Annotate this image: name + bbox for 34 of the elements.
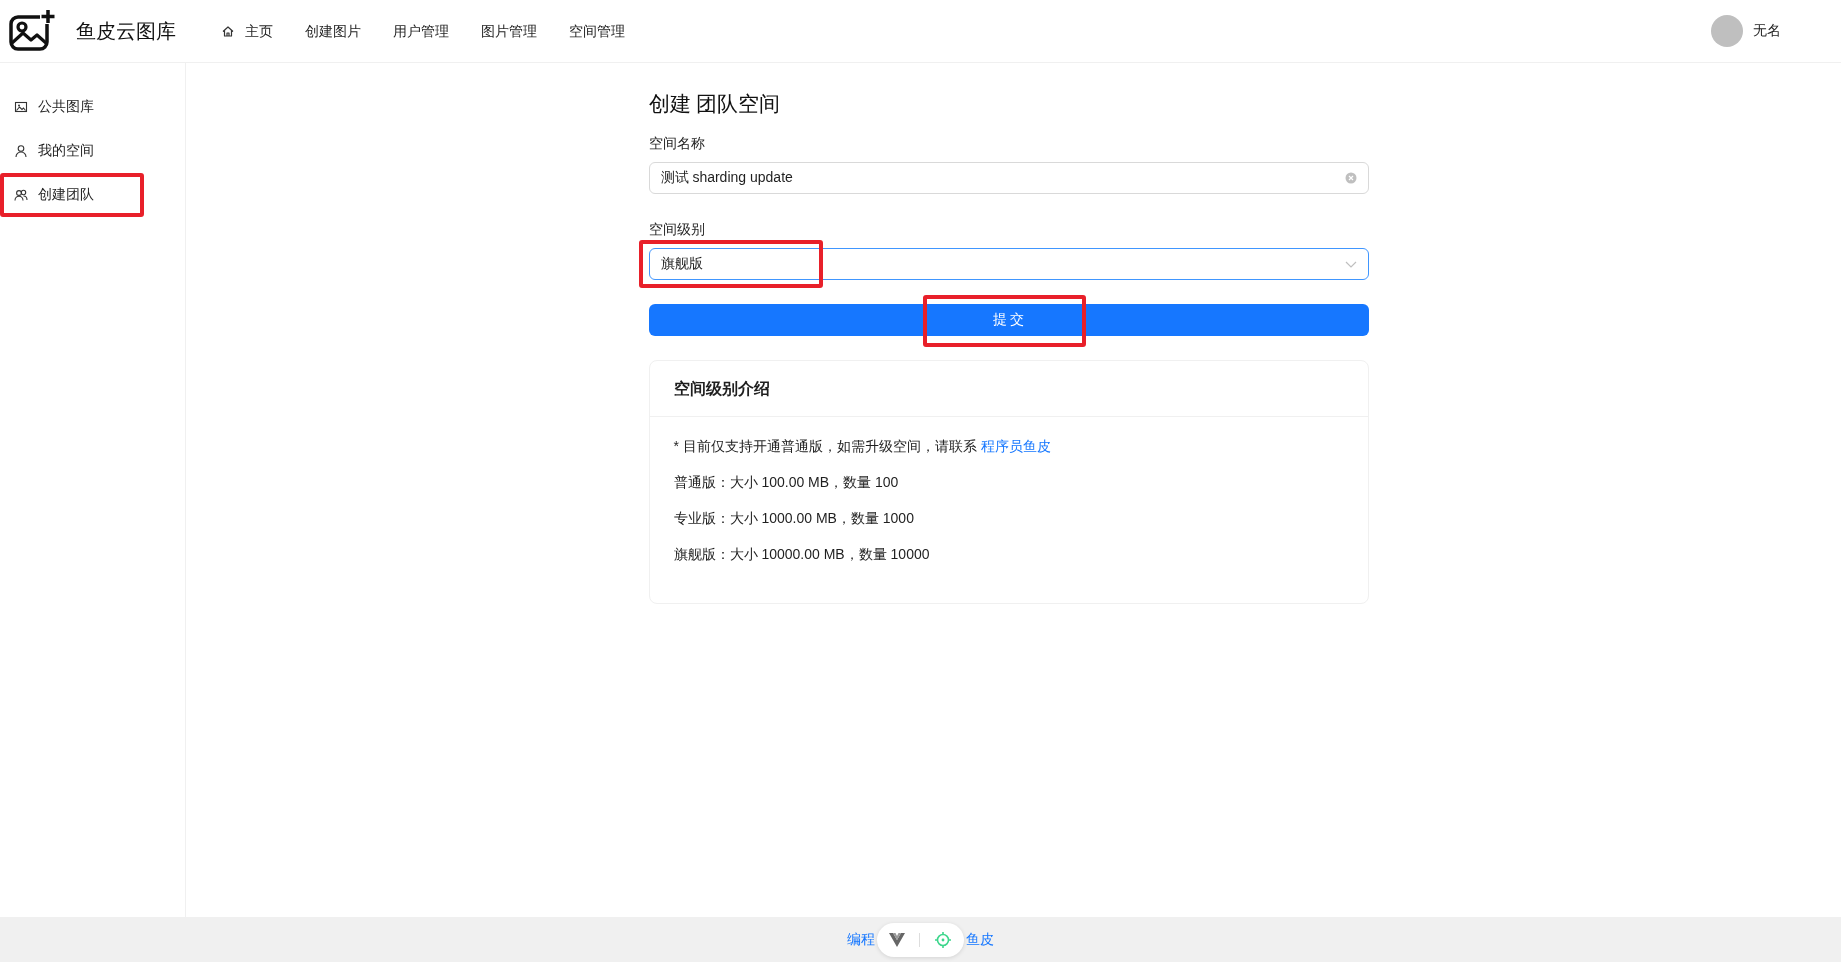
nav-item[interactable]: 空间管理 — [553, 17, 641, 45]
footer-link[interactable]: 编程 — [847, 930, 875, 949]
sidebar-item[interactable]: 创建团队 — [0, 173, 185, 217]
footer-link[interactable]: 鱼皮 — [966, 930, 994, 949]
picture-icon — [14, 100, 28, 114]
team-icon — [14, 188, 28, 202]
v-logo-icon[interactable] — [889, 932, 905, 947]
field-label: 空间级别 — [648, 220, 705, 239]
level-text: 旗舰版：大小 10000.00 MB，数量 10000 — [673, 545, 931, 564]
level-text: 普通版：大小 100.00 MB，数量 100 — [673, 473, 900, 492]
chevron-down-icon[interactable] — [1344, 260, 1357, 268]
submit-button[interactable]: 提 交 — [648, 304, 1369, 336]
app-title: 鱼皮云图库 — [76, 18, 176, 44]
nav-item[interactable]: 主页 — [205, 17, 289, 45]
field-label: 空间名称 — [648, 134, 705, 153]
avatar[interactable] — [1711, 15, 1743, 47]
note-text: * 目前仅支持开通普通版，如需升级空间，请联系 程序员鱼皮 — [673, 437, 1052, 456]
clear-icon[interactable] — [1344, 172, 1357, 184]
user-icon — [14, 144, 28, 158]
input-field[interactable]: 测试 sharding update — [648, 162, 1369, 194]
target-icon[interactable] — [934, 930, 952, 949]
contact-link[interactable]: 程序员鱼皮 — [980, 438, 1051, 454]
devtools-pill[interactable] — [877, 922, 964, 957]
nav-item[interactable]: 用户管理 — [377, 17, 465, 45]
nav-item[interactable]: 创建图片 — [289, 17, 377, 45]
sidebar-item[interactable]: 公共图库 — [0, 85, 185, 129]
select-field[interactable]: 旗舰版 — [648, 248, 1369, 280]
level-text: 专业版：大小 1000.00 MB，数量 1000 — [673, 509, 915, 528]
form-title: 创建 团队空间 — [648, 91, 782, 117]
card-title: 空间级别介绍 — [649, 361, 1368, 417]
nav-item[interactable]: 图片管理 — [465, 17, 553, 45]
sidebar-item[interactable]: 我的空间 — [0, 129, 185, 173]
home-icon — [221, 24, 235, 38]
user-name[interactable]: 无名 — [1753, 22, 1781, 40]
